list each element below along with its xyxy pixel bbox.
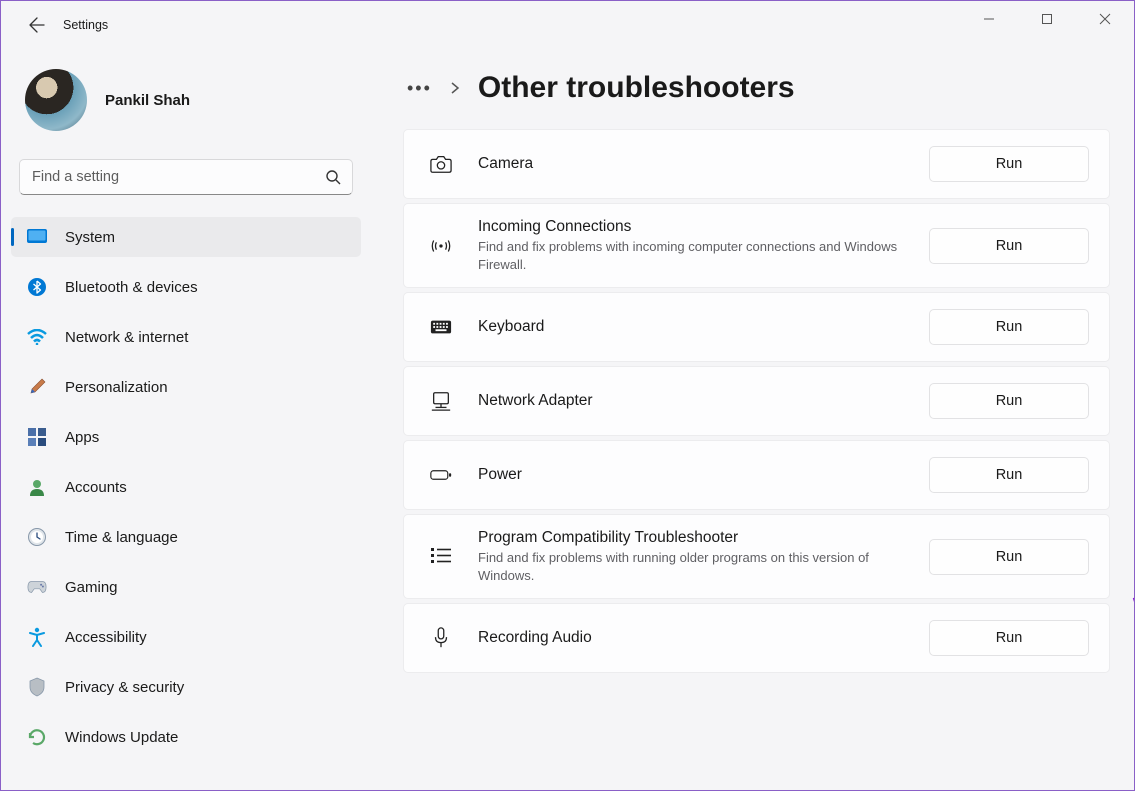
troubleshooter-desc: Find and fix problems with running older… — [478, 549, 913, 584]
sidebar-item-label: System — [65, 229, 115, 246]
search-icon — [325, 169, 341, 185]
run-button[interactable]: Run — [929, 146, 1089, 182]
sidebar-item-label: Accessibility — [65, 629, 147, 646]
sidebar-item-label: Privacy & security — [65, 679, 184, 696]
troubleshooter-incoming-connections: Incoming Connections Find and fix proble… — [403, 203, 1110, 288]
troubleshooter-title: Keyboard — [478, 318, 913, 336]
run-button[interactable]: Run — [929, 539, 1089, 575]
network-adapter-icon — [428, 388, 454, 414]
sidebar-item-personalization[interactable]: Personalization — [11, 367, 361, 407]
troubleshooter-recording-audio: Recording Audio Run — [403, 603, 1110, 673]
arrow-left-icon — [29, 17, 45, 33]
profile-block[interactable]: Pankil Shah — [11, 49, 361, 159]
sidebar-item-label: Accounts — [65, 479, 127, 496]
troubleshooter-title: Camera — [478, 155, 913, 173]
titlebar: Settings — [1, 1, 1134, 49]
program-list-icon — [428, 544, 454, 570]
run-button[interactable]: Run — [929, 457, 1089, 493]
close-button[interactable] — [1076, 1, 1134, 37]
paintbrush-icon — [27, 377, 47, 397]
chevron-right-icon — [450, 81, 460, 95]
sidebar-item-system[interactable]: System — [11, 217, 361, 257]
system-icon — [27, 227, 47, 247]
sidebar-nav: System Bluetooth & devices Network & int… — [11, 217, 361, 757]
run-button[interactable]: Run — [929, 309, 1089, 345]
person-icon — [27, 477, 47, 497]
run-button[interactable]: Run — [929, 383, 1089, 419]
troubleshooter-title: Power — [478, 466, 913, 484]
bluetooth-icon — [27, 277, 47, 297]
run-button[interactable]: Run — [929, 228, 1089, 264]
minimize-icon — [983, 13, 995, 25]
sidebar-item-time[interactable]: Time & language — [11, 517, 361, 557]
breadcrumb-more-icon[interactable]: ••• — [407, 78, 432, 99]
sidebar-item-label: Network & internet — [65, 329, 188, 346]
keyboard-icon — [428, 314, 454, 340]
search-input[interactable] — [19, 159, 353, 195]
main-content: ••• Other troubleshooters Camera Run Inc — [371, 49, 1134, 790]
troubleshooter-keyboard: Keyboard Run — [403, 292, 1110, 362]
shield-icon — [27, 677, 47, 697]
window-controls — [960, 1, 1134, 41]
avatar — [25, 69, 87, 131]
sidebar-item-accounts[interactable]: Accounts — [11, 467, 361, 507]
troubleshooter-title: Incoming Connections — [478, 218, 913, 236]
microphone-icon — [428, 625, 454, 651]
troubleshooter-title: Recording Audio — [478, 629, 913, 647]
troubleshooter-power: Power Run — [403, 440, 1110, 510]
minimize-button[interactable] — [960, 1, 1018, 37]
sidebar-item-label: Windows Update — [65, 729, 178, 746]
troubleshooter-list: Camera Run Incoming Connections Find and… — [403, 129, 1110, 673]
gamepad-icon — [27, 577, 47, 597]
breadcrumb: ••• Other troubleshooters — [407, 71, 1110, 105]
antenna-icon — [428, 233, 454, 259]
maximize-icon — [1041, 13, 1053, 25]
sidebar: Pankil Shah System Bluetooth & devices — [1, 49, 371, 790]
sidebar-item-bluetooth[interactable]: Bluetooth & devices — [11, 267, 361, 307]
annotation-arrow — [1129, 552, 1134, 612]
sidebar-item-update[interactable]: Windows Update — [11, 717, 361, 757]
page-title: Other troubleshooters — [478, 71, 795, 105]
update-icon — [27, 727, 47, 747]
troubleshooter-title: Program Compatibility Troubleshooter — [478, 529, 913, 547]
clock-icon — [27, 527, 47, 547]
sidebar-item-apps[interactable]: Apps — [11, 417, 361, 457]
wifi-icon — [27, 327, 47, 347]
sidebar-item-label: Bluetooth & devices — [65, 279, 198, 296]
window-title: Settings — [63, 18, 108, 32]
back-button[interactable] — [21, 9, 53, 41]
username: Pankil Shah — [105, 92, 190, 109]
sidebar-item-label: Apps — [65, 429, 99, 446]
troubleshooter-desc: Find and fix problems with incoming comp… — [478, 238, 913, 273]
close-icon — [1099, 13, 1111, 25]
apps-icon — [27, 427, 47, 447]
troubleshooter-compatibility: Program Compatibility Troubleshooter Fin… — [403, 514, 1110, 599]
troubleshooter-camera: Camera Run — [403, 129, 1110, 199]
troubleshooter-title: Network Adapter — [478, 392, 913, 410]
run-button[interactable]: Run — [929, 620, 1089, 656]
sidebar-item-network[interactable]: Network & internet — [11, 317, 361, 357]
camera-icon — [428, 151, 454, 177]
search-wrap — [19, 159, 353, 195]
troubleshooter-network-adapter: Network Adapter Run — [403, 366, 1110, 436]
sidebar-item-gaming[interactable]: Gaming — [11, 567, 361, 607]
battery-icon — [428, 462, 454, 488]
sidebar-item-privacy[interactable]: Privacy & security — [11, 667, 361, 707]
sidebar-item-label: Time & language — [65, 529, 178, 546]
accessibility-icon — [27, 627, 47, 647]
sidebar-item-label: Gaming — [65, 579, 118, 596]
maximize-button[interactable] — [1018, 1, 1076, 37]
sidebar-item-accessibility[interactable]: Accessibility — [11, 617, 361, 657]
sidebar-item-label: Personalization — [65, 379, 168, 396]
